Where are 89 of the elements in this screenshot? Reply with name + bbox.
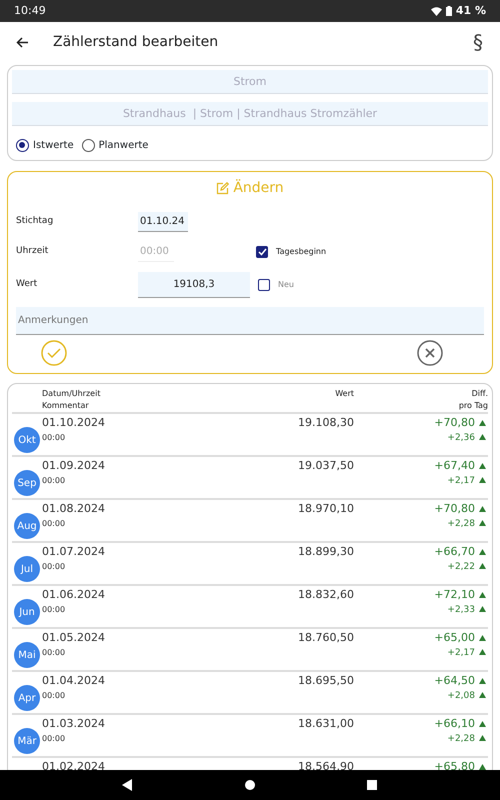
diff-text: +65,80 [434,759,475,775]
back-icon[interactable] [16,36,29,48]
clock-time: 10:49 [14,2,46,19]
radio-label: Planwerte [98,138,148,152]
time-text: 00:00 [42,646,66,658]
per-day-text: +2,17 [447,474,475,488]
column-header: Wert [334,388,354,400]
per-day-text: +2,22 [447,560,475,574]
date-text: 01.06.2024 [42,587,105,603]
per-day-text: +2,28 [447,732,475,746]
list-row[interactable]: Jun 01.06.2024 00:00 18.832,60 +72,10 +2,33 [12,586,488,629]
date-text: 01.10.2024 [42,415,105,431]
per-day-text: +2,33 [447,604,475,616]
date-text: 01.03.2024 [42,716,105,732]
diff-text: +70,80 [434,501,475,517]
time-text: 00:00 [42,732,66,744]
diff-text: +72,10 [434,587,475,603]
battery-icon [446,6,452,16]
column-header: Datum/Uhrzeit Kommentar [42,388,102,412]
month-badge: Okt [14,427,40,453]
diff-text: +65,00 [434,630,475,646]
month-badge: Aug [14,513,40,539]
recents-icon[interactable] [366,779,378,791]
value-text: 19.037,50 [297,458,354,474]
month-badge: Mai [14,642,40,668]
value-text: 18.760,50 [297,630,354,646]
list-row[interactable]: Aug 01.08.2024 00:00 18.970,10 +70,80 +2,28 [12,500,488,543]
value-text: 18.899,30 [297,544,354,560]
wifi-icon [430,6,442,16]
per-day-text: +2,08 [447,690,475,702]
list-row[interactable]: Jul 01.07.2024 00:00 18.899,30 +66,70 +2,22 [12,543,488,586]
time-text: 00:00 [42,432,66,444]
date-text: 01.07.2024 [42,544,105,560]
month-badge: Jun [14,599,40,625]
notes-field[interactable]: Anmerkungen [16,307,484,335]
month-badge: Apr [14,685,40,711]
date-text: 01.02.2024 [42,759,105,775]
time-text: 00:00 [42,690,66,702]
radio-button[interactable] [16,138,29,152]
diff-text: +64,50 [434,673,475,689]
battery-level: 41 % [456,2,486,19]
month-badge: Sep [14,470,40,496]
diff-text: +66,10 [434,716,475,732]
checkbox-label: Neu [278,279,294,291]
diff-text: +67,40 [434,458,475,474]
edit-title: Ändern [233,178,284,198]
edit-icon [216,182,230,195]
value-text: 18.631,00 [297,716,354,732]
field-label: Stichtag [16,215,54,228]
input-field[interactable]: 19108,3 [138,272,250,298]
month-badge: Mär [14,728,40,754]
list-row[interactable]: Mär 01.03.2024 00:00 18.631,00 +66,10 +2,28 [12,715,488,758]
value-text: 19.108,30 [297,415,354,431]
value-text: 18.832,60 [297,587,354,603]
month-badge: Jul [14,556,40,582]
time-text: 00:00 [42,560,66,572]
list-row[interactable]: Okt 01.10.2024 00:00 19.108,30 +70,80 +2,36 [12,414,488,457]
date-text: 01.05.2024 [42,630,105,646]
date-text: 01.09.2024 [42,458,105,474]
value-text: 18.970,10 [297,501,354,517]
cancel-button[interactable] [416,339,444,367]
checkbox[interactable] [258,279,270,291]
page-title: Zählerstand bearbeiten [53,32,218,52]
home-icon[interactable] [244,779,256,791]
field-label: Uhrzeit [16,245,50,258]
checkbox-label: Tagesbeginn [276,246,326,258]
date-text: 01.04.2024 [42,673,105,689]
field-label: Wert [16,278,38,292]
list-row[interactable]: Sep 01.09.2024 00:00 19.037,50 +67,40 +2,17 [12,457,488,500]
section-button[interactable]: § [472,26,484,58]
per-day-text: +2,36 [447,432,475,444]
radio-label: Istwerte [33,138,74,152]
checkbox[interactable] [256,246,268,258]
value-text: 18.695,50 [297,673,354,689]
diff-text: +66,70 [434,544,475,560]
column-header: Diff. pro Tag [458,388,488,412]
per-day-text: +2,28 [447,518,475,530]
time-text: 00:00 [42,604,66,616]
back-icon[interactable] [122,779,134,791]
date-text: 01.08.2024 [42,501,105,517]
value-text: 18.564,90 [297,759,354,775]
list-row[interactable]: Mai 01.05.2024 00:00 18.760,50 +65,00 +2,17 [12,629,488,672]
list-row[interactable]: Apr 01.04.2024 00:00 18.695,50 +64,50 +2,08 [12,672,488,715]
time-text: 00:00 [42,474,66,486]
time-text: 00:00 [42,518,66,530]
diff-text: +70,80 [434,415,475,431]
radio-button[interactable] [82,138,95,152]
input-field[interactable]: 01.10.24 [138,212,188,232]
per-day-text: +2,17 [447,646,475,660]
